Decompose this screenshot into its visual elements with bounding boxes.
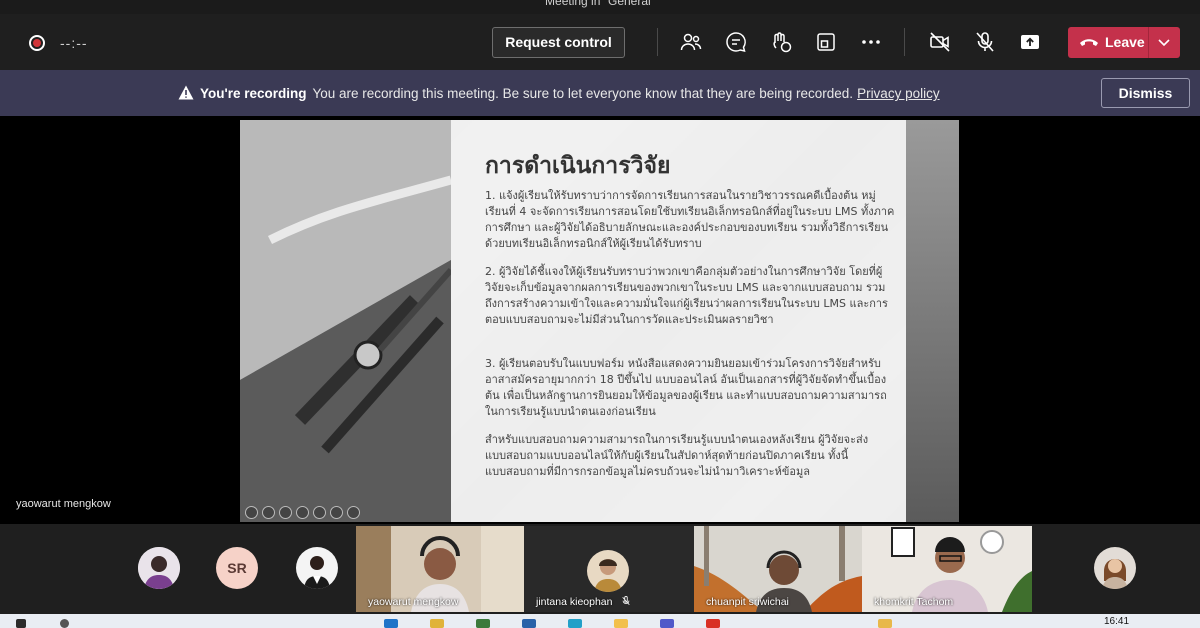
avatar[interactable] [1094,547,1136,589]
slide-paragraph-3: 3. ผู้เรียนตอบรับในแบบฟอร์ม หนังสือแสดงค… [485,357,887,418]
meeting-toolbar: --:-- Request control Leave [0,14,1200,70]
zoom-icon[interactable] [313,506,326,519]
shared-screen-stage: การดำเนินการวิจัย 1. แจ้งผู้เรียนให้รับท… [0,116,1200,524]
chevron-down-icon[interactable] [1156,34,1172,50]
taskbar-app-icon[interactable] [568,619,582,628]
slide-more-icon[interactable] [347,506,360,519]
taskbar-app-icon[interactable] [878,619,892,628]
avatar-initials[interactable]: SR [216,547,258,589]
dismiss-button[interactable]: Dismiss [1101,78,1190,108]
slide-paragraph-2: 2. ผู้วิจัยได้ชี้แจงให้ผู้เรียนรับทราบว่… [485,265,888,326]
slide-paragraph-1: 1. แจ้งผู้เรียนให้รับทราบว่าการจัดการเรี… [485,189,895,250]
participant-name: yaowarut mengkow [368,596,459,608]
recording-banner: You're recording You are recording this m… [0,70,1200,116]
mic-off-icon[interactable] [973,30,997,54]
participant-video-tile[interactable]: khomkrit Tachom [862,526,1032,612]
leave-button[interactable]: Leave [1068,27,1180,58]
participant-video-tile[interactable]: yaowarut mengkow [356,526,524,612]
leave-divider [1148,27,1149,58]
participant-tile[interactable]: jintana kieophan [524,526,694,612]
recording-indicator-icon [29,35,45,51]
avatar[interactable] [296,547,338,589]
more-icon[interactable] [859,30,883,54]
next-slide-icon[interactable] [262,506,275,519]
meeting-timer: --:-- [60,35,88,51]
toolbar-divider [904,28,905,56]
warning-icon [178,85,194,100]
previous-slide-icon[interactable] [245,506,258,519]
camera-off-icon[interactable] [928,30,952,54]
avatar-initials-text: SR [216,547,258,589]
search-icon[interactable] [60,619,69,628]
participant-name-text: jintana kieophan [536,596,613,608]
window-title: Meeting in "General" [545,0,655,8]
taskbar-app-icon[interactable] [476,619,490,628]
recording-title: You're recording [200,86,307,101]
taskbar-app-icon[interactable] [706,619,720,628]
toolbar-divider [657,28,658,56]
slide-paragraph-4: สำหรับแบบสอบถามความสามารถในการเรียนรู้แบ… [485,433,869,478]
background-photo-edge [906,120,959,522]
reactions-icon[interactable] [769,30,793,54]
presenter-name: yaowarut mengkow [16,498,111,510]
rooms-icon[interactable] [814,30,838,54]
taskbar-app-icon[interactable] [384,619,398,628]
start-icon[interactable] [16,619,26,628]
slides-grid-icon[interactable] [330,506,343,519]
background-photo [240,120,451,522]
taskbar-app-icon[interactable] [614,619,628,628]
pen-icon[interactable] [279,506,292,519]
recording-message: You're recording You are recording this m… [200,86,940,101]
recording-text: You are recording this meeting. Be sure … [312,86,854,101]
os-taskbar: 16:41 [0,614,1200,628]
slide-panel: การดำเนินการวิจัย 1. แจ้งผู้เรียนให้รับท… [451,120,906,522]
taskbar-app-icon[interactable] [522,619,536,628]
chat-icon[interactable] [724,30,748,54]
participant-name: khomkrit Tachom [874,596,954,608]
participant-video-tile[interactable]: chuanpit sriwichai [694,526,862,612]
avatar[interactable] [138,547,180,589]
teams-icon[interactable] [660,619,674,628]
slide-heading: การดำเนินการวิจัย [485,153,671,179]
taskbar-clock: 16:41 [1104,616,1130,627]
slide-controls [245,506,364,520]
window-titlebar: Meeting in "General" [0,0,1200,14]
leave-label: Leave [1105,34,1145,50]
phone-hangup-icon [1080,39,1098,46]
participant-name: jintana kieophan [536,596,631,608]
participant-gallery: SR yaowarut mengkow jintana kieophan chu… [0,524,1200,614]
privacy-policy-link[interactable]: Privacy policy [857,86,940,101]
shared-presentation: การดำเนินการวิจัย 1. แจ้งผู้เรียนให้รับท… [240,120,959,522]
participant-name: chuanpit sriwichai [706,596,789,608]
pointer-icon[interactable] [296,506,309,519]
mic-off-icon [622,596,631,606]
avatar [587,550,629,592]
people-icon[interactable] [679,30,703,54]
taskbar-app-icon[interactable] [430,619,444,628]
share-icon[interactable] [1018,30,1042,54]
request-control-button[interactable]: Request control [492,27,625,58]
